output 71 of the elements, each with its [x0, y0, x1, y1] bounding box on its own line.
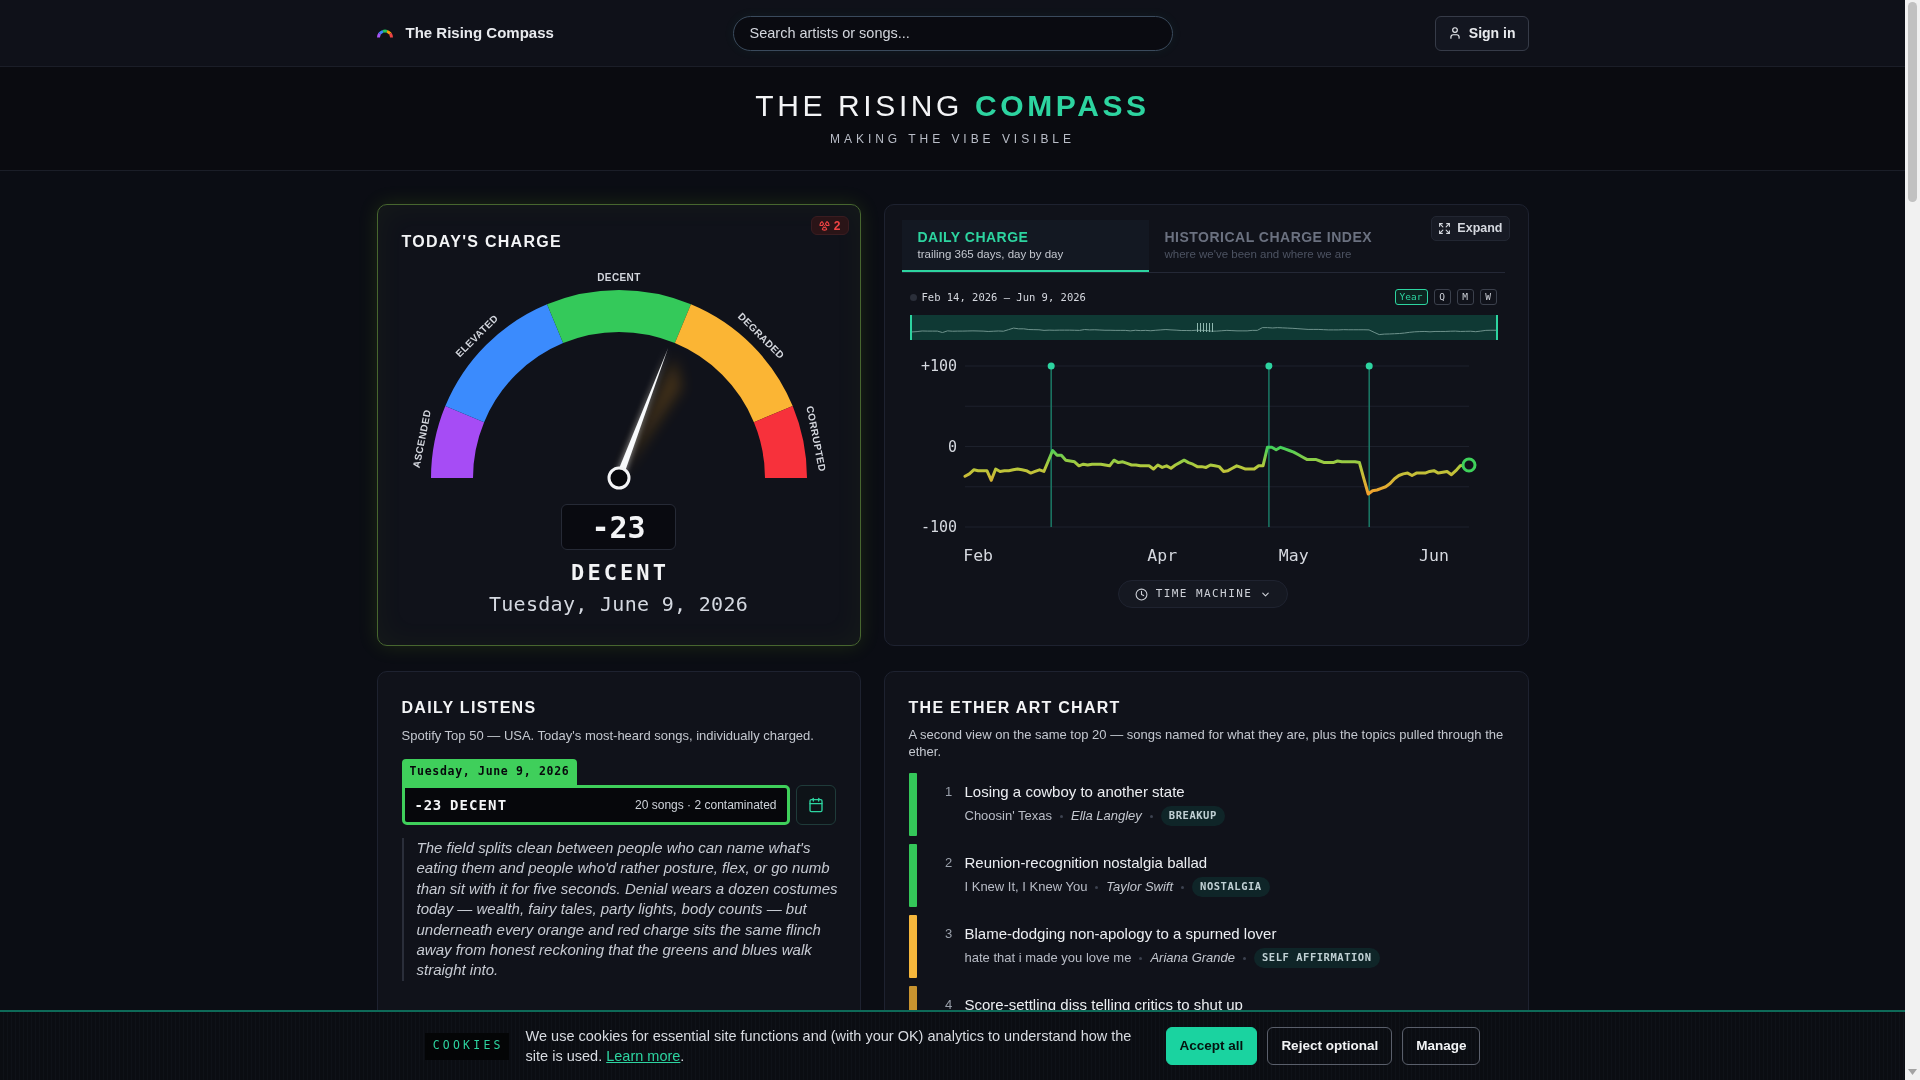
charge-date: Tuesday, June 9, 2026 — [488, 592, 749, 616]
endpoint-marker — [1461, 457, 1476, 473]
cookie-button[interactable]: Manage — [1402, 1027, 1481, 1065]
song-title: Choosin' Texas — [964, 807, 1052, 826]
song-theme: Blame-dodging non-apology to a spurned lover — [964, 925, 1278, 943]
cookie-button[interactable]: Reject optional — [1267, 1027, 1393, 1065]
axis-label: Feb — [962, 545, 993, 565]
summary-value: -23 — [414, 795, 442, 815]
charge-commentary: The field splits clean between people who can name what's eating them and people who'd rather posture, flex, or go numb than sit with it for five seconds. Denial wears a dozen costumes today — wealth, fairy tales, party lights, body counts — but underneath every orange and red charge sits the same flinch away from honest reckoning that the greens and blues walk straight into. — [401, 838, 845, 981]
axis-label: -100 — [920, 518, 957, 536]
site-title: THE RISING COMPASS — [755, 88, 1150, 124]
artist-name: Ella Langley — [1071, 807, 1142, 826]
alert-count: 2 — [833, 218, 841, 233]
range-button[interactable]: Year — [1394, 289, 1428, 305]
axis-label: Apr — [1146, 545, 1177, 565]
time-machine-button[interactable]: TIME MACHINE — [1118, 580, 1288, 608]
card-title: THE ETHER ART CHART — [908, 699, 1122, 717]
topic-tag: NOSTALGIA — [1192, 877, 1270, 897]
user-icon — [1447, 26, 1462, 40]
card-title: DAILY LISTENS — [401, 699, 538, 717]
scrollbar[interactable] — [1905, 0, 1920, 1080]
card-description: A second view on the same top 20 — songs named for what they are, plus the topics pulled through the ether. — [908, 727, 1505, 760]
summary-counts: 20 songs · 2 contaminated — [635, 797, 777, 814]
axis-label: +100 — [920, 357, 957, 375]
chart-tab[interactable]: DAILY CHARGE trailing 365 days, day by day — [901, 220, 1149, 272]
song-theme: Losing a cowboy to another state — [964, 783, 1186, 801]
calendar-button[interactable] — [795, 785, 836, 825]
range-brush[interactable] — [909, 315, 1498, 340]
song-title: hate that i made you love me — [964, 949, 1132, 968]
charge-value: -23 — [561, 504, 676, 550]
axis-label: Jun — [1418, 545, 1449, 565]
scrollbar-thumb[interactable] — [1908, 2, 1917, 202]
gauge-logo-icon — [376, 28, 393, 38]
rank-number: 4 — [943, 996, 954, 1014]
topic-tag: BREAKUP — [1160, 806, 1225, 826]
artist-name: Taylor Swift — [1106, 878, 1174, 897]
chart-tab[interactable]: HISTORICAL CHARGE INDEX where we've been and where we are — [1148, 220, 1396, 272]
cookie-label: COOKIES — [424, 1032, 509, 1060]
range-button[interactable]: W — [1479, 289, 1497, 305]
charge-rating: DECENT — [570, 559, 669, 587]
summary-rating: DECENT — [449, 795, 508, 815]
rank-number: 2 — [943, 854, 954, 872]
expand-button[interactable]: Expand — [1431, 216, 1510, 241]
day-summary[interactable]: -23 DECENT 20 songs · 2 contaminated — [401, 785, 790, 825]
rank-number: 1 — [943, 783, 954, 801]
search-field[interactable]: Search artists or songs... — [732, 15, 1173, 51]
cookie-message: We use cookies for essential site functions and (with your OK) analytics to understand how the site is used. Learn more. — [525, 1027, 1133, 1066]
gauge-label: DECENT — [596, 271, 641, 283]
axis-label: 0 — [947, 437, 957, 456]
radiation-icon — [818, 220, 830, 231]
cookie-button[interactable]: Accept all — [1165, 1027, 1258, 1065]
card-description: Spotify Top 50 — USA. Today's most-heard songs, individually charged. — [401, 727, 815, 745]
calendar-icon — [807, 797, 824, 813]
song-theme: Reunion-recognition nostalgia ballad — [964, 854, 1209, 872]
clock-icon — [1134, 587, 1148, 601]
artist-name: Ariana Grande — [1150, 949, 1235, 968]
card-title: TODAY'S CHARGE — [401, 233, 562, 251]
brand-name[interactable]: The Rising Compass — [405, 24, 554, 42]
expand-icon — [1438, 222, 1452, 235]
sign-in-button[interactable]: Sign in — [1434, 15, 1529, 51]
down-arrow-icon[interactable] — [1908, 1069, 1917, 1075]
date-range: Feb 14, 2026 – Jun 9, 2026 — [921, 290, 1086, 304]
learn-more-link[interactable]: Learn more — [606, 1048, 681, 1064]
range-button[interactable]: Q — [1433, 289, 1451, 305]
topic-tag: SELF AFFIRMATION — [1254, 948, 1380, 968]
range-button[interactable]: M — [1456, 289, 1474, 305]
rank-number: 3 — [943, 925, 954, 943]
song-title: I Knew It, I Knew You — [964, 878, 1088, 897]
selected-date-label: Tuesday, June 9, 2026 — [401, 759, 578, 785]
axis-label: May — [1278, 545, 1309, 565]
tagline: MAKING THE VIBE VISIBLE — [830, 131, 1075, 148]
